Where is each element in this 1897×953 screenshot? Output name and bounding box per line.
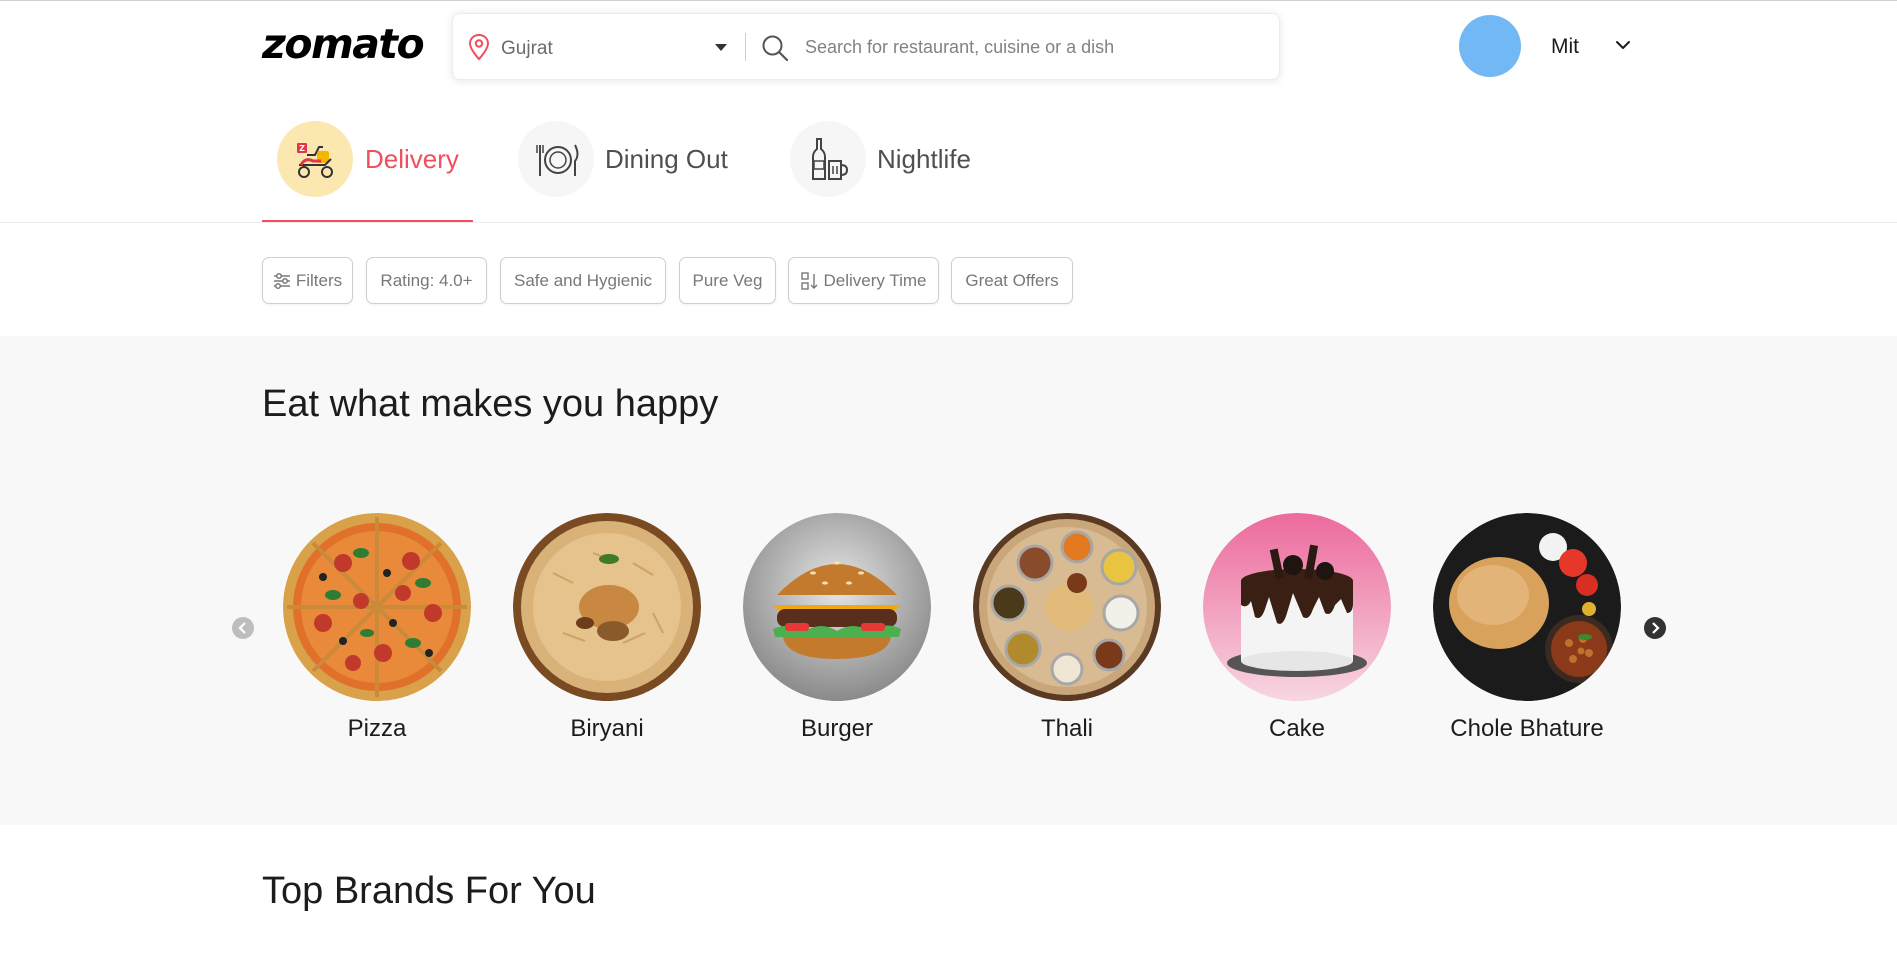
section-heading-top-brands: Top Brands For You xyxy=(262,870,596,912)
chevron-left-icon xyxy=(238,622,246,634)
location-pin-icon xyxy=(468,33,490,61)
food-item-label: Pizza xyxy=(347,715,407,742)
filter-chip-label: Delivery Time xyxy=(823,270,927,290)
top-border xyxy=(0,0,1897,1)
section-heading-eat: Eat what makes you happy xyxy=(262,383,719,425)
tab-dining-out[interactable]: Dining Out xyxy=(518,120,738,222)
tab-nightlife-icon-bg xyxy=(790,121,866,197)
svg-text:Z: Z xyxy=(299,144,305,153)
sliders-icon xyxy=(273,272,290,289)
food-item-biryani[interactable]: Biryani xyxy=(512,513,702,743)
location-value[interactable]: Gujrat xyxy=(501,38,553,60)
tab-delivery-label: Delivery xyxy=(365,144,459,174)
pizza-image xyxy=(283,513,471,701)
cake-image xyxy=(1203,513,1391,701)
food-item-cake[interactable]: Cake xyxy=(1202,513,1392,743)
thali-image xyxy=(973,513,1161,701)
plate-cutlery-icon xyxy=(536,144,579,176)
filter-chip-label: Great Offers xyxy=(965,270,1059,290)
chole-bhature-image xyxy=(1433,513,1621,701)
search-icon xyxy=(762,35,789,62)
food-item-label: Burger xyxy=(800,715,874,742)
biryani-image xyxy=(513,513,701,701)
location-dropdown-icon[interactable] xyxy=(715,44,727,51)
filter-chip-safe-hygienic[interactable]: Safe and Hygienic xyxy=(500,257,666,304)
carousel-prev-button[interactable] xyxy=(232,617,254,639)
filter-chip-filters[interactable]: Filters xyxy=(262,257,353,304)
tab-delivery[interactable]: Z Delivery xyxy=(277,120,477,222)
food-item-chole-bhature[interactable]: Chole Bhature xyxy=(1432,513,1622,743)
carousel-next-button[interactable] xyxy=(1644,617,1666,639)
search-bar: Gujrat xyxy=(452,13,1280,80)
tab-dining-out-icon-bg xyxy=(518,121,594,197)
avatar[interactable] xyxy=(1459,15,1521,77)
username[interactable]: Mit xyxy=(1551,35,1579,59)
tab-nightlife[interactable]: Nightlife xyxy=(790,120,990,222)
tab-delivery-icon-bg: Z xyxy=(277,121,353,197)
food-item-burger[interactable]: Burger xyxy=(742,513,932,743)
filter-chip-label: Safe and Hygienic xyxy=(514,270,652,290)
filter-chip-label: Filters xyxy=(295,270,343,290)
filter-chip-label: Rating: 4.0+ xyxy=(380,270,473,290)
search-input[interactable] xyxy=(803,31,1263,63)
tab-dining-out-label: Dining Out xyxy=(605,144,728,174)
filter-chip-label: Pure Veg xyxy=(692,270,763,290)
food-item-pizza[interactable]: Pizza xyxy=(282,513,472,743)
tab-nightlife-label: Nightlife xyxy=(877,144,971,174)
chevron-right-icon xyxy=(1652,622,1660,634)
tabs-divider xyxy=(0,222,1897,223)
bottle-glass-icon xyxy=(812,138,849,180)
food-item-label: Chole Bhature xyxy=(1450,715,1604,742)
chevron-down-icon[interactable] xyxy=(1614,38,1632,52)
food-item-label: Cake xyxy=(1268,715,1326,742)
food-item-label: Thali xyxy=(1040,715,1094,742)
filter-chip-great-offers[interactable]: Great Offers xyxy=(951,257,1073,304)
filter-chip-delivery-time[interactable]: Delivery Time xyxy=(788,257,939,304)
sort-icon xyxy=(800,271,818,290)
food-item-thali[interactable]: Thali xyxy=(972,513,1162,743)
zomato-logo[interactable]: zomato xyxy=(262,20,425,68)
filter-chip-pure-veg[interactable]: Pure Veg xyxy=(679,257,776,304)
filter-chip-rating[interactable]: Rating: 4.0+ xyxy=(366,257,487,304)
food-item-label: Biryani xyxy=(570,715,644,742)
search-divider xyxy=(745,33,746,61)
scooter-delivery-icon: Z xyxy=(297,143,333,178)
burger-image xyxy=(743,513,931,701)
